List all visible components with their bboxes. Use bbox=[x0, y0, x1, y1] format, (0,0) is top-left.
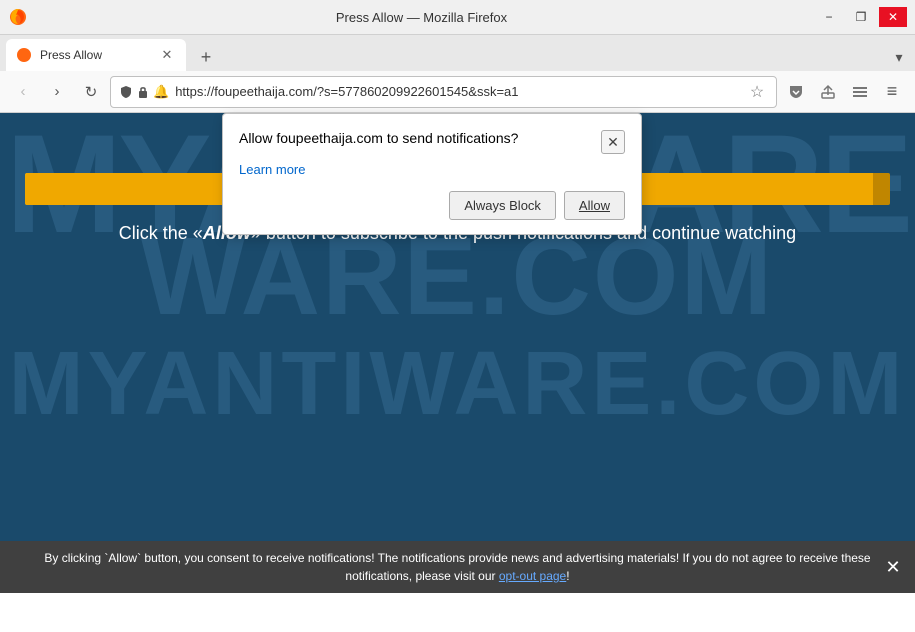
title-bar-title: Press Allow — Mozilla Firefox bbox=[28, 10, 815, 25]
forward-button[interactable]: › bbox=[42, 77, 72, 107]
watermark-line3: MYANTIWARE.COM bbox=[9, 333, 907, 436]
allow-button[interactable]: Allow bbox=[564, 191, 625, 220]
tab-bar-right: ▾ bbox=[889, 47, 909, 71]
consent-text-before: By clicking `Allow` button, you consent … bbox=[44, 551, 870, 583]
consent-text-after: ! bbox=[566, 569, 569, 583]
address-bar[interactable]: 🔔 https://foupeethaija.com/?s=5778602099… bbox=[110, 76, 777, 108]
title-bar-left bbox=[8, 7, 28, 27]
bottom-consent-bar: By clicking `Allow` button, you consent … bbox=[0, 541, 915, 593]
progress-remainder bbox=[873, 173, 890, 205]
popup-title: Allow foupeethaija.com to send notificat… bbox=[239, 130, 518, 146]
opt-out-link[interactable]: opt-out page bbox=[499, 569, 566, 583]
tab-bar: Press Allow ✕ + ▾ bbox=[0, 35, 915, 71]
firefox-logo-icon bbox=[8, 7, 28, 27]
active-tab[interactable]: Press Allow ✕ bbox=[6, 39, 186, 71]
tab-title: Press Allow bbox=[40, 48, 150, 62]
restore-button[interactable]: ❐ bbox=[847, 7, 875, 27]
tracking-protection-icon bbox=[119, 85, 133, 99]
tab-favicon-icon bbox=[16, 47, 32, 63]
address-bar-icons: 🔔 bbox=[119, 84, 169, 100]
nav-bar: ‹ › ↻ 🔔 https://foupeethaija.com/?s=5778… bbox=[0, 71, 915, 113]
bottom-bar-close-button[interactable]: ✕ bbox=[883, 557, 903, 577]
title-bar: Press Allow — Mozilla Firefox − ❐ ✕ bbox=[0, 0, 915, 35]
popup-buttons: Always Block Allow bbox=[239, 191, 625, 220]
always-block-button[interactable]: Always Block bbox=[449, 191, 556, 220]
tab-close-button[interactable]: ✕ bbox=[158, 46, 176, 64]
instruction-before: Click the « bbox=[119, 223, 203, 243]
back-button[interactable]: ‹ bbox=[8, 77, 38, 107]
lock-icon bbox=[137, 85, 149, 99]
url-text: https://foupeethaija.com/?s=577860209922… bbox=[175, 84, 740, 99]
nav-bar-right-buttons: ≡ bbox=[781, 77, 907, 107]
close-window-button[interactable]: ✕ bbox=[879, 7, 907, 27]
popup-header: Allow foupeethaija.com to send notificat… bbox=[239, 130, 625, 154]
new-tab-button[interactable]: + bbox=[192, 43, 220, 71]
reload-button[interactable]: ↻ bbox=[76, 77, 106, 107]
app-menu-button[interactable]: ≡ bbox=[877, 77, 907, 107]
bookmark-button[interactable]: ☆ bbox=[746, 81, 768, 103]
notification-popup: Allow foupeethaija.com to send notificat… bbox=[222, 113, 642, 235]
minimize-button[interactable]: − bbox=[815, 7, 843, 27]
list-all-tabs-button[interactable]: ▾ bbox=[889, 47, 909, 67]
share-button[interactable] bbox=[813, 77, 843, 107]
learn-more-link[interactable]: Learn more bbox=[239, 162, 625, 177]
notification-permission-icon: 🔔 bbox=[153, 84, 169, 100]
popup-close-button[interactable]: ✕ bbox=[601, 130, 625, 154]
pocket-button[interactable] bbox=[781, 77, 811, 107]
more-tools-button[interactable] bbox=[845, 77, 875, 107]
title-bar-controls: − ❐ ✕ bbox=[815, 7, 907, 27]
